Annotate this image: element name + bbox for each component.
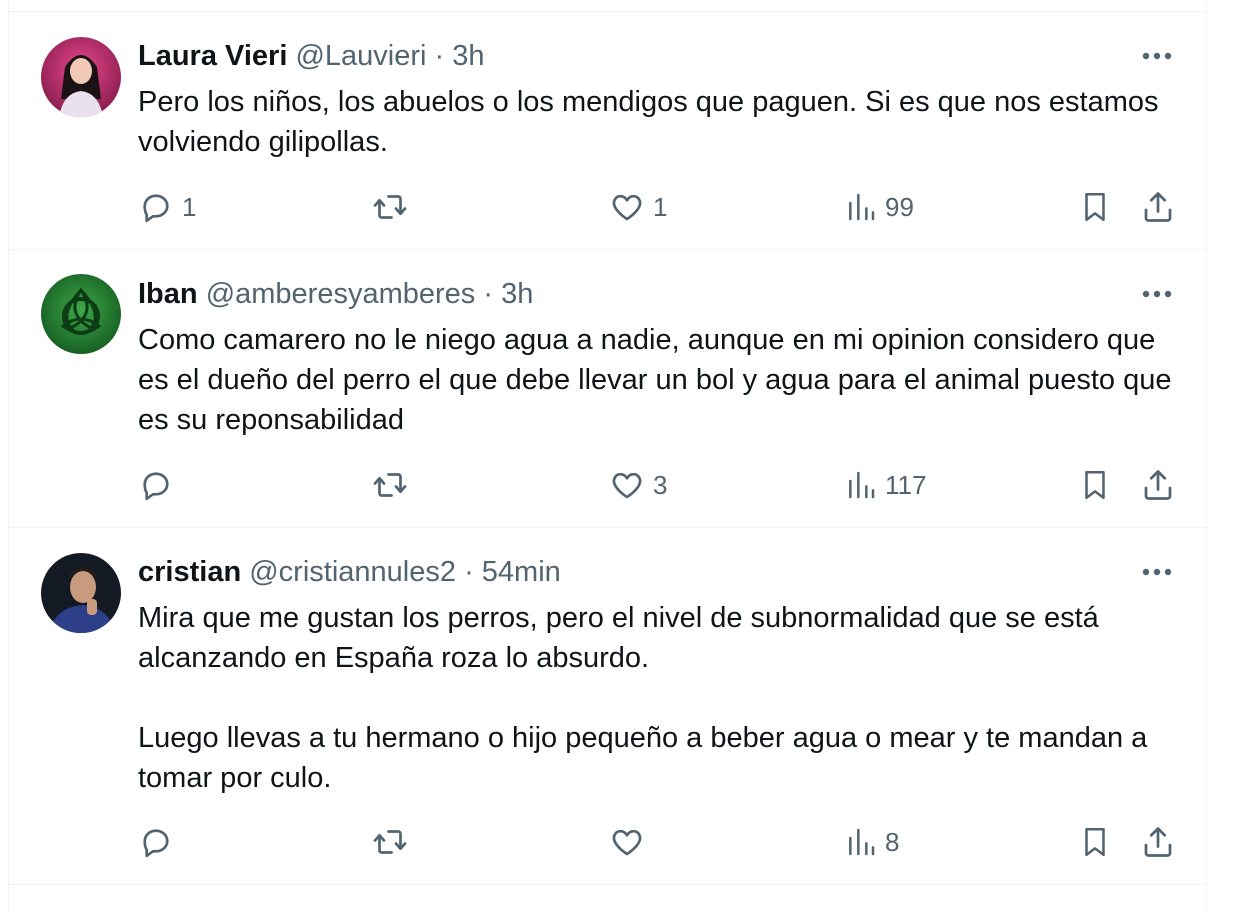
like-button[interactable]: 3 bbox=[609, 465, 667, 505]
action-bar: 1 1 99 bbox=[138, 187, 1206, 227]
avatar[interactable] bbox=[41, 37, 121, 117]
separator: · bbox=[483, 278, 494, 310]
views-count: 99 bbox=[885, 191, 914, 222]
action-bar: 3 117 bbox=[138, 465, 1206, 505]
like-button[interactable] bbox=[609, 822, 653, 862]
bookmark-button[interactable] bbox=[1078, 465, 1112, 505]
separator: · bbox=[434, 40, 445, 72]
share-button[interactable] bbox=[1140, 465, 1176, 505]
bookmark-button[interactable] bbox=[1078, 822, 1112, 862]
timestamp[interactable]: 3h bbox=[452, 40, 484, 72]
author-handle[interactable]: @cristiannules2 bbox=[249, 556, 456, 588]
tweet-header: Iban @amberesyamberes · 3h bbox=[138, 277, 533, 311]
retweet-icon bbox=[373, 830, 407, 854]
bookmark-icon bbox=[1085, 470, 1105, 500]
author-handle[interactable]: @amberesyamberes bbox=[206, 278, 476, 310]
reply-count: 1 bbox=[182, 191, 197, 222]
views-button[interactable]: 117 bbox=[845, 465, 926, 505]
reply-button[interactable]: 1 bbox=[138, 187, 196, 227]
views-button[interactable]: 8 bbox=[845, 822, 899, 862]
author-name[interactable]: cristian bbox=[138, 556, 241, 588]
bookmark-button[interactable] bbox=[1078, 187, 1112, 227]
share-icon bbox=[1144, 470, 1172, 500]
like-count: 3 bbox=[653, 469, 668, 500]
tweet-header: cristian @cristiannules2 · 54min bbox=[138, 555, 561, 589]
more-options-icon[interactable] bbox=[1137, 277, 1177, 311]
views-icon bbox=[849, 193, 875, 221]
like-button[interactable]: 1 bbox=[609, 187, 667, 227]
retweet-icon bbox=[373, 195, 407, 219]
reply-icon bbox=[143, 194, 169, 223]
views-icon bbox=[849, 828, 875, 856]
timeline: Laura Vieri @Lauvieri · 3h Pero los niño… bbox=[8, 0, 1207, 910]
tweet-text: Pero los niños, los abuelos o los mendig… bbox=[138, 86, 1159, 158]
share-button[interactable] bbox=[1140, 187, 1176, 227]
tweet-text: Mira que me gustan los perros, pero el n… bbox=[138, 602, 1148, 794]
author-handle[interactable]: @Lauvieri bbox=[295, 40, 426, 72]
heart-icon bbox=[612, 829, 642, 856]
tweet-card[interactable]: cristian @cristiannules2 · 54min Mira qu… bbox=[9, 528, 1206, 885]
reply-button[interactable] bbox=[138, 465, 182, 505]
bookmark-icon bbox=[1085, 827, 1105, 857]
share-icon bbox=[1144, 827, 1172, 857]
heart-icon bbox=[612, 194, 642, 221]
reply-button[interactable] bbox=[138, 822, 182, 862]
views-count: 117 bbox=[885, 469, 927, 500]
avatar[interactable] bbox=[41, 553, 121, 633]
retweet-button[interactable] bbox=[371, 187, 409, 227]
timestamp[interactable]: 3h bbox=[501, 278, 533, 310]
separator: · bbox=[464, 556, 474, 588]
tweet-card[interactable]: Iban @amberesyamberes · 3h Como camarero… bbox=[9, 250, 1206, 528]
reply-icon bbox=[143, 829, 169, 858]
share-button[interactable] bbox=[1140, 822, 1176, 862]
views-count: 8 bbox=[885, 826, 900, 857]
retweet-icon bbox=[373, 473, 407, 497]
retweet-button[interactable] bbox=[371, 822, 409, 862]
tweet-text: Como camarero no le niego agua a nadie, … bbox=[138, 324, 1172, 436]
more-options-icon[interactable] bbox=[1137, 555, 1177, 589]
share-icon bbox=[1144, 192, 1172, 222]
timestamp[interactable]: 54min bbox=[482, 556, 561, 588]
views-button[interactable]: 99 bbox=[845, 187, 914, 227]
action-bar: 8 bbox=[138, 822, 1206, 862]
retweet-button[interactable] bbox=[371, 465, 409, 505]
like-count: 1 bbox=[653, 191, 668, 222]
reply-icon bbox=[143, 472, 169, 501]
heart-icon bbox=[612, 472, 642, 499]
views-icon bbox=[849, 471, 875, 499]
tweet-card[interactable]: Laura Vieri @Lauvieri · 3h Pero los niño… bbox=[9, 12, 1206, 250]
author-name[interactable]: Iban bbox=[138, 278, 198, 310]
author-name[interactable]: Laura Vieri bbox=[138, 40, 287, 72]
more-options-icon[interactable] bbox=[1137, 39, 1177, 73]
tweet-header: Laura Vieri @Lauvieri · 3h bbox=[138, 39, 485, 73]
avatar[interactable] bbox=[41, 274, 121, 354]
bookmark-icon bbox=[1085, 192, 1105, 222]
